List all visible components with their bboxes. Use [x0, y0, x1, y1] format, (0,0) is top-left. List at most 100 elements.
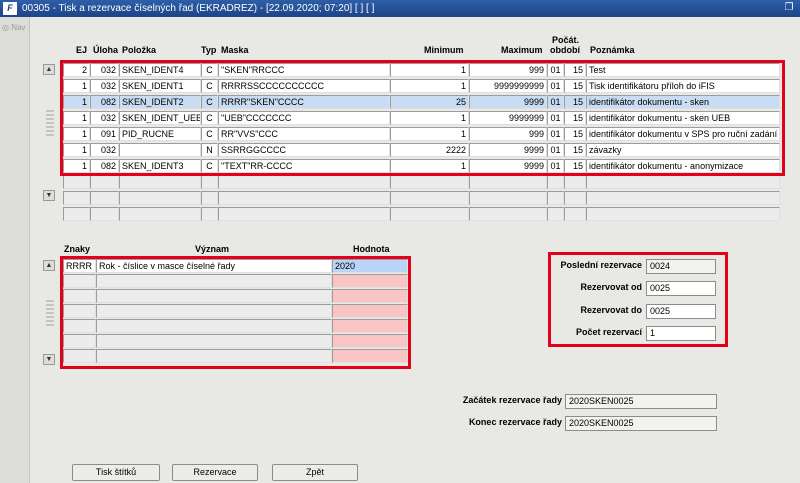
- cell-vyznam[interactable]: [96, 289, 332, 303]
- cell-pocat[interactable]: 15: [564, 159, 586, 173]
- cell-maska[interactable]: "TEXT"RR-CCCC: [218, 159, 390, 173]
- cell-vyznam[interactable]: [96, 274, 332, 288]
- cell-typ[interactable]: C: [201, 111, 218, 125]
- cell-obd[interactable]: 01: [547, 159, 564, 173]
- tisk-stitku-button[interactable]: Tisk štítků: [72, 464, 160, 481]
- cell-typ[interactable]: C: [201, 95, 218, 109]
- cell-maska[interactable]: RRRR"SKEN"CCCC: [218, 95, 390, 109]
- cell-poznamka[interactable]: [586, 175, 780, 189]
- cell-typ[interactable]: [201, 207, 218, 221]
- rezervovat-do-input[interactable]: 0025: [646, 304, 716, 319]
- bottom-grid-scroll-down-button[interactable]: ▼: [43, 354, 55, 365]
- cell-obd[interactable]: 01: [547, 79, 564, 93]
- cell-ej[interactable]: 1: [63, 159, 90, 173]
- cell-maska[interactable]: "SKEN"RRCCC: [218, 63, 390, 77]
- cell-poznamka[interactable]: identifikátor dokumentu - anonymizace: [586, 159, 780, 173]
- cell-maximum[interactable]: 9999999: [469, 111, 547, 125]
- cell-ej[interactable]: 1: [63, 111, 90, 125]
- bottom-grid-scroll-grip[interactable]: [46, 300, 54, 328]
- cell-typ[interactable]: [201, 191, 218, 205]
- cell-minimum[interactable]: 1: [390, 79, 469, 93]
- cell-uloha[interactable]: 032: [90, 63, 119, 77]
- cell-hodnota[interactable]: [332, 289, 408, 303]
- zpet-button[interactable]: Zpět: [272, 464, 358, 481]
- cell-znaky[interactable]: [63, 304, 96, 318]
- cell-ej[interactable]: 2: [63, 63, 90, 77]
- cell-ej[interactable]: [63, 191, 90, 205]
- cell-ej[interactable]: 1: [63, 79, 90, 93]
- cell-typ[interactable]: C: [201, 79, 218, 93]
- cell-znaky[interactable]: RRRR: [63, 259, 96, 273]
- top-grid-scroll-grip[interactable]: [46, 110, 54, 138]
- cell-pocat[interactable]: 15: [564, 127, 586, 141]
- cell-maska[interactable]: RRRRSSCCCCCCCCCC: [218, 79, 390, 93]
- cell-hodnota[interactable]: [332, 274, 408, 288]
- cell-ej[interactable]: [63, 175, 90, 189]
- cell-vyznam[interactable]: [96, 319, 332, 333]
- cell-maximum[interactable]: [469, 175, 547, 189]
- cell-poznamka[interactable]: Tisk identifikátoru příloh do iFIS: [586, 79, 780, 93]
- cell-polozka[interactable]: SKEN_IDENT3: [119, 159, 201, 173]
- cell-poznamka[interactable]: závazky: [586, 143, 780, 157]
- cell-hodnota[interactable]: [332, 349, 408, 363]
- top-grid-scroll-down-button[interactable]: ▼: [43, 190, 55, 201]
- cell-maska[interactable]: [218, 191, 390, 205]
- cell-minimum[interactable]: 1: [390, 159, 469, 173]
- cell-polozka[interactable]: SKEN_IDENT1: [119, 79, 201, 93]
- cell-typ[interactable]: N: [201, 143, 218, 157]
- cell-ej[interactable]: 1: [63, 127, 90, 141]
- top-grid-scroll-up-button[interactable]: ▲: [43, 64, 55, 75]
- cell-ej[interactable]: [63, 207, 90, 221]
- cell-obd[interactable]: 01: [547, 95, 564, 109]
- cell-polozka[interactable]: SKEN_IDENT4: [119, 63, 201, 77]
- cell-uloha[interactable]: [90, 191, 119, 205]
- cell-ej[interactable]: 1: [63, 143, 90, 157]
- pocet-rezervaci-input[interactable]: 1: [646, 326, 716, 341]
- cell-obd[interactable]: 01: [547, 127, 564, 141]
- cell-minimum[interactable]: 2222: [390, 143, 469, 157]
- cell-uloha[interactable]: [90, 175, 119, 189]
- cell-pocat[interactable]: 15: [564, 143, 586, 157]
- cell-maska[interactable]: "UEB"CCCCCCC: [218, 111, 390, 125]
- cell-znaky[interactable]: [63, 349, 96, 363]
- nav-label[interactable]: ◎ Nav: [2, 23, 25, 32]
- cell-obd[interactable]: 01: [547, 111, 564, 125]
- cell-uloha[interactable]: [90, 207, 119, 221]
- cell-znaky[interactable]: [63, 289, 96, 303]
- cell-maximum[interactable]: 9999: [469, 95, 547, 109]
- cell-uloha[interactable]: 032: [90, 111, 119, 125]
- cell-polozka[interactable]: SKEN_IDENT2: [119, 95, 201, 109]
- cell-pocat[interactable]: 15: [564, 111, 586, 125]
- cell-znaky[interactable]: [63, 334, 96, 348]
- cell-minimum[interactable]: [390, 191, 469, 205]
- cell-hodnota[interactable]: [332, 334, 408, 348]
- cell-typ[interactable]: C: [201, 127, 218, 141]
- bottom-grid-scroll-up-button[interactable]: ▲: [43, 260, 55, 271]
- cell-hodnota[interactable]: [332, 319, 408, 333]
- cell-minimum[interactable]: [390, 175, 469, 189]
- cell-uloha[interactable]: 091: [90, 127, 119, 141]
- cell-obd[interactable]: [547, 207, 564, 221]
- cell-typ[interactable]: C: [201, 159, 218, 173]
- cell-maximum[interactable]: 9999999999: [469, 79, 547, 93]
- cell-polozka[interactable]: [119, 175, 201, 189]
- cell-minimum[interactable]: 1: [390, 127, 469, 141]
- cell-pocat[interactable]: 15: [564, 63, 586, 77]
- cell-minimum[interactable]: [390, 207, 469, 221]
- rezervace-button[interactable]: Rezervace: [172, 464, 258, 481]
- cell-maximum[interactable]: 999: [469, 63, 547, 77]
- cell-polozka[interactable]: SKEN_IDENT_UEB: [119, 111, 201, 125]
- cell-pocat[interactable]: [564, 207, 586, 221]
- cell-maska[interactable]: RR"VVS"CCC: [218, 127, 390, 141]
- cell-poznamka[interactable]: [586, 191, 780, 205]
- cell-vyznam[interactable]: Rok - číslice v masce číselné řady: [96, 259, 332, 273]
- cell-vyznam[interactable]: [96, 304, 332, 318]
- cell-pocat[interactable]: [564, 191, 586, 205]
- cell-typ[interactable]: C: [201, 63, 218, 77]
- cell-uloha[interactable]: 032: [90, 79, 119, 93]
- cell-uloha[interactable]: 082: [90, 159, 119, 173]
- cell-uloha[interactable]: 082: [90, 95, 119, 109]
- cell-poznamka[interactable]: Test: [586, 63, 780, 77]
- cell-vyznam[interactable]: [96, 349, 332, 363]
- cell-obd[interactable]: 01: [547, 63, 564, 77]
